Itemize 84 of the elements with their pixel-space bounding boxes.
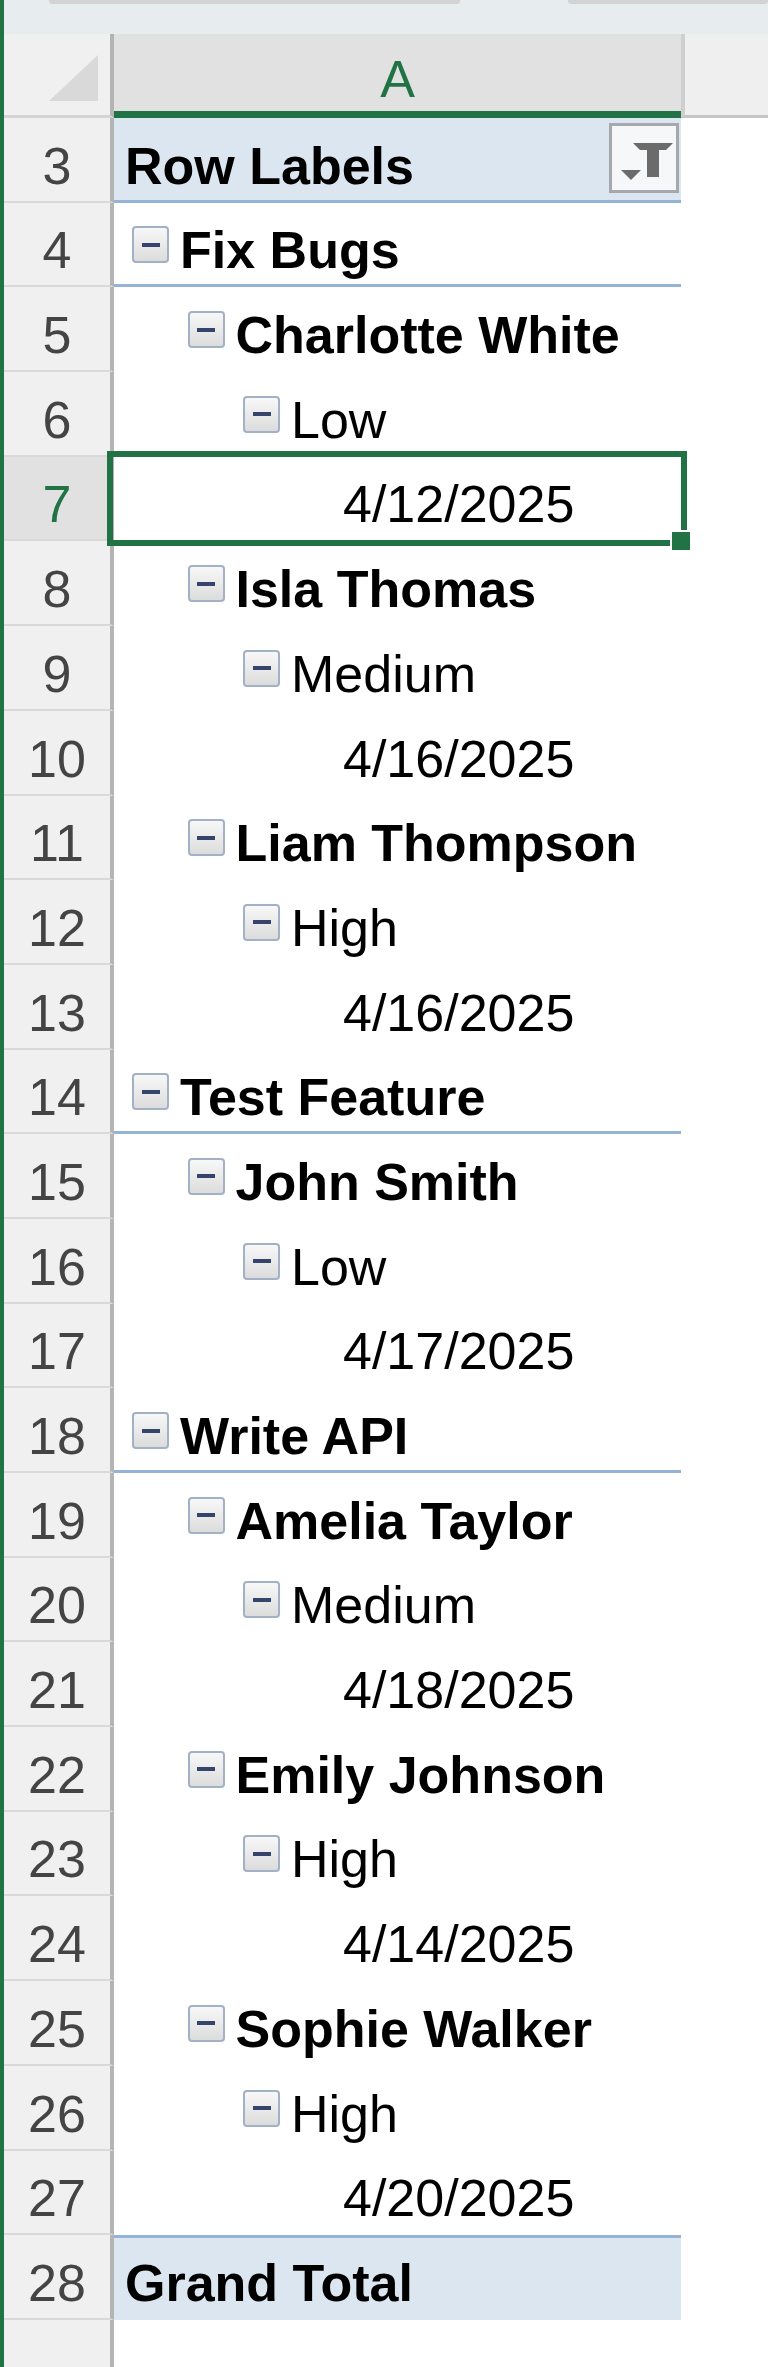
row-header[interactable]: 8 [4, 541, 114, 627]
row-header[interactable]: 5 [4, 287, 114, 373]
row-header[interactable]: 16 [4, 1218, 114, 1304]
collapse-button[interactable] [187, 565, 225, 603]
row-header[interactable]: 15 [4, 1134, 114, 1219]
minus-icon [252, 920, 271, 925]
assignee-label: John Smith [235, 1155, 519, 1208]
row-header[interactable]: 18 [4, 1388, 114, 1473]
row-header[interactable]: 9 [4, 626, 114, 711]
collapse-button[interactable] [243, 903, 280, 941]
row-header[interactable]: 11 [4, 795, 114, 881]
row-header[interactable]: 28 [4, 2235, 114, 2320]
header-label: Row Labels [125, 139, 414, 192]
minus-icon [141, 242, 160, 247]
minus-icon [252, 1259, 271, 1264]
row-header[interactable]: 14 [4, 1049, 114, 1135]
row-header[interactable]: 10 [4, 710, 114, 796]
column-header[interactable]: A [114, 34, 681, 118]
date-label: 4/18/2025 [343, 1664, 575, 1717]
assignee-label: Liam Thompson [235, 817, 638, 870]
row-header[interactable]: 27 [4, 2150, 114, 2236]
minus-icon [141, 1428, 160, 1433]
minus-icon [197, 1513, 215, 1518]
collapse-button[interactable] [132, 226, 169, 264]
collapse-button[interactable] [243, 2089, 280, 2127]
task-label: Write API [180, 1410, 409, 1462]
minus-icon [252, 666, 271, 671]
row-header[interactable]: 4 [4, 202, 114, 288]
date-label: 4/16/2025 [343, 732, 575, 785]
row-header[interactable]: 19 [4, 1473, 114, 1558]
row-header[interactable]: 7 [4, 456, 114, 542]
row-header[interactable]: 12 [4, 880, 114, 965]
collapse-button[interactable] [243, 395, 280, 433]
minus-icon [197, 327, 215, 332]
date-label: 4/16/2025 [343, 986, 575, 1039]
minus-icon [252, 1851, 271, 1856]
collapse-button[interactable] [243, 1242, 280, 1280]
minus-icon [197, 835, 215, 840]
grand-total-cell: Grand Total [114, 2235, 681, 2320]
minus-icon [252, 1597, 271, 1602]
minus-icon [252, 2106, 271, 2110]
collapse-button[interactable] [187, 819, 225, 857]
collapse-button[interactable] [132, 1412, 169, 1449]
collapse-button[interactable] [187, 1750, 225, 1788]
priority-label: Low [291, 393, 387, 446]
collapse-button[interactable] [187, 2004, 225, 2042]
task-label: Test Feature [180, 1071, 486, 1124]
collapse-button[interactable] [187, 1496, 225, 1534]
priority-label: Medium [291, 1579, 476, 1632]
row-header[interactable]: 13 [4, 964, 114, 1050]
filter-button[interactable] [609, 123, 679, 193]
minus-icon [197, 1174, 215, 1179]
date-label: 4/17/2025 [343, 1325, 575, 1378]
priority-label: Low [291, 1240, 387, 1293]
minus-icon [197, 1767, 215, 1772]
row-header[interactable]: 6 [4, 372, 114, 457]
collapse-button[interactable] [243, 649, 280, 687]
collapse-button[interactable] [243, 1581, 280, 1619]
collapse-button[interactable] [132, 1073, 169, 1111]
fill-handle[interactable] [670, 530, 692, 553]
row-header[interactable]: 22 [4, 1727, 114, 1812]
minus-icon [141, 1089, 160, 1094]
row-header[interactable]: 25 [4, 1981, 114, 2066]
priority-label: High [291, 1833, 398, 1886]
assignee-label: Charlotte White [235, 309, 620, 362]
minus-icon [197, 581, 215, 586]
task-label: Fix Bugs [180, 224, 400, 277]
minus-icon [252, 412, 271, 417]
date-label: 4/14/2025 [343, 1918, 575, 1971]
priority-label: Medium [291, 647, 476, 700]
row-header[interactable]: 21 [4, 1642, 114, 1728]
assignee-label: Isla Thomas [235, 563, 537, 616]
collapse-button[interactable] [187, 1157, 225, 1195]
row-header[interactable]: 20 [4, 1557, 114, 1643]
row-header[interactable]: 3 [4, 118, 114, 203]
row-header[interactable]: 23 [4, 1811, 114, 1897]
date-label: 4/12/2025 [343, 478, 575, 531]
collapse-button[interactable] [243, 1835, 280, 1873]
minus-icon [197, 2021, 215, 2026]
date-label: 4/20/2025 [343, 2172, 575, 2225]
collapse-button[interactable] [187, 311, 225, 349]
row-header[interactable]: 26 [4, 2065, 114, 2151]
row-header[interactable]: 17 [4, 1303, 114, 1389]
row-header[interactable]: 24 [4, 1896, 114, 1982]
